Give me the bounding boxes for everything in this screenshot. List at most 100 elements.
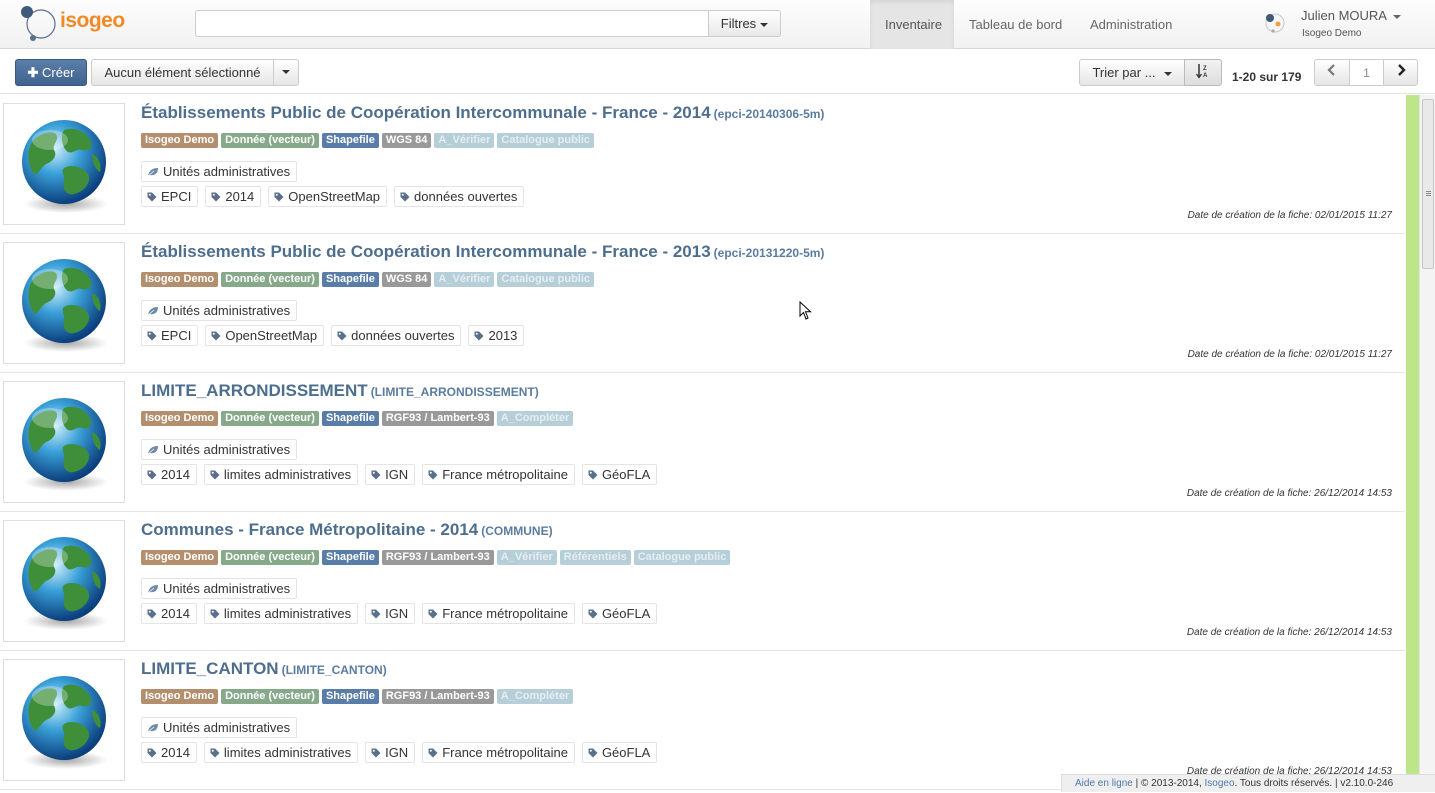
next-page-button[interactable] (1383, 59, 1418, 86)
tag-badge[interactable]: RGF93 / Lambert-93 (381, 411, 494, 426)
list-item[interactable]: Établissements Public de Coopération Int… (0, 95, 1405, 234)
isogeo-link[interactable]: Isogeo (1205, 778, 1235, 789)
selection-dropdown-toggle[interactable] (273, 59, 299, 86)
keyword-chip[interactable]: GéoFLA (581, 464, 658, 485)
tag-badge[interactable]: RGF93 / Lambert-93 (381, 689, 494, 704)
dataset-thumbnail[interactable] (3, 659, 125, 781)
item-theme-row: Unités administratives (141, 717, 304, 738)
theme-chip[interactable]: Unités administratives (141, 717, 298, 738)
tag-badge[interactable]: Shapefile (321, 411, 379, 426)
tab-tableau-de-bord[interactable]: Tableau de bord (954, 0, 1077, 49)
tag-badge[interactable]: Isogeo Demo (141, 550, 219, 565)
keyword-chip[interactable]: GéoFLA (581, 742, 658, 763)
keyword-chip[interactable]: 2014 (141, 603, 197, 624)
sort-button[interactable]: Trier par ... (1079, 59, 1185, 86)
keyword-chip[interactable]: limites administratives (203, 742, 359, 763)
tag-badge[interactable]: A_Compléter (496, 689, 574, 704)
tag-badge[interactable]: A_Vérifier (434, 272, 495, 287)
theme-chip[interactable]: Unités administratives (141, 300, 298, 321)
keyword-chip[interactable]: 2014 (141, 742, 197, 763)
dataset-thumbnail[interactable] (3, 103, 125, 225)
globe-icon (22, 676, 108, 769)
dataset-thumbnail[interactable] (3, 242, 125, 364)
theme-chip[interactable]: Unités administratives (141, 161, 298, 182)
tag-badge[interactable]: A_Vérifier (434, 133, 495, 148)
item-title[interactable]: Établissements Public de Coopération Int… (141, 242, 711, 261)
tag-badge[interactable]: Catalogue public (497, 272, 595, 287)
keyword-chip[interactable]: 2014 (205, 186, 262, 207)
keyword-chip[interactable]: OpenStreetMap (268, 186, 388, 207)
keyword-chip[interactable]: France métropolitaine (422, 464, 575, 485)
list-item[interactable]: LIMITE_ARRONDISSEMENT (LIMITE_ARRONDISSEM… (0, 373, 1405, 512)
dataset-thumbnail[interactable] (3, 520, 125, 642)
tag-badge[interactable]: Shapefile (321, 550, 379, 565)
search-input[interactable] (195, 10, 709, 37)
tag-badge[interactable]: Shapefile (321, 133, 379, 148)
keyword-chip[interactable]: limites administratives (203, 603, 359, 624)
item-code: (epci-20131220-5m) (713, 246, 825, 260)
keyword-chip[interactable]: données ouvertes (394, 186, 525, 207)
tag-badge[interactable]: Donnée (vecteur) (221, 411, 319, 426)
keyword-chip[interactable]: IGN (365, 464, 416, 485)
keyword-chip[interactable]: GéoFLA (581, 603, 658, 624)
tag-badge[interactable]: Référentiels (559, 550, 631, 565)
metadata-list: Établissements Public de Coopération Int… (0, 95, 1405, 792)
tag-badge[interactable]: Isogeo Demo (141, 411, 219, 426)
keyword-chip[interactable]: France métropolitaine (422, 603, 575, 624)
keyword-chip[interactable]: IGN (365, 742, 416, 763)
theme-chip[interactable]: Unités administratives (141, 439, 298, 460)
user-org-icon[interactable] (1262, 11, 1288, 35)
tag-badge[interactable]: RGF93 / Lambert-93 (381, 550, 494, 565)
tag-badge[interactable]: Shapefile (321, 272, 379, 287)
tag-badge[interactable]: A_Vérifier (496, 550, 557, 565)
list-item[interactable]: LIMITE_CANTON (LIMITE_CANTON) Isogeo Demo… (0, 651, 1405, 790)
scrollbar[interactable] (1419, 95, 1435, 792)
tag-badge[interactable]: WGS 84 (381, 133, 432, 148)
keyword-chip[interactable]: données ouvertes (331, 325, 462, 346)
create-button[interactable]: ✚ Créer (15, 59, 87, 86)
tag-badge[interactable]: Catalogue public (497, 133, 595, 148)
tab-administration[interactable]: Administration (1075, 0, 1187, 49)
scrollbar-thumb[interactable] (1422, 99, 1434, 269)
theme-chip[interactable]: Unités administratives (141, 578, 298, 599)
dataset-thumbnail[interactable] (3, 381, 125, 503)
item-title[interactable]: LIMITE_ARRONDISSEMENT (141, 381, 368, 400)
selection-button[interactable]: Aucun élément sélectionné (91, 59, 274, 86)
keyword-chip[interactable]: 2014 (141, 464, 197, 485)
tag-badge[interactable]: A_Compléter (496, 411, 574, 426)
user-menu[interactable]: Julien MOURA (1301, 8, 1401, 23)
help-link[interactable]: Aide en ligne (1075, 778, 1133, 789)
tag-badge[interactable]: Donnée (vecteur) (221, 550, 319, 565)
item-title[interactable]: LIMITE_CANTON (141, 659, 279, 678)
keyword-chip[interactable]: 2013 (468, 325, 525, 346)
keyword-chip[interactable]: IGN (365, 603, 416, 624)
keyword-chip[interactable]: limites administratives (203, 464, 359, 485)
list-item[interactable]: Communes - France Métropolitaine - 2014(… (0, 512, 1405, 651)
tag-badge[interactable]: Isogeo Demo (141, 272, 219, 287)
keyword-chip[interactable]: EPCI (141, 186, 199, 207)
keyword-label: GéoFLA (601, 606, 651, 621)
tag-badge[interactable]: Catalogue public (633, 550, 731, 565)
isogeo-logo[interactable]: isogeo (20, 3, 125, 43)
tag-badge[interactable]: Donnée (vecteur) (221, 689, 319, 704)
tag-icon (474, 331, 484, 341)
tag-badge[interactable]: Isogeo Demo (141, 133, 219, 148)
tab-inventaire[interactable]: Inventaire (870, 0, 954, 49)
keyword-chip[interactable]: EPCI (141, 325, 199, 346)
page-number-input[interactable] (1349, 59, 1384, 86)
sort-direction-button[interactable]: Z A (1184, 59, 1222, 86)
keyword-chip[interactable]: OpenStreetMap (205, 325, 325, 346)
filters-button[interactable]: Filtres (708, 10, 781, 37)
tag-badge[interactable]: Shapefile (321, 689, 379, 704)
item-title[interactable]: Établissements Public de Coopération Int… (141, 103, 711, 122)
previous-page-button[interactable] (1314, 59, 1350, 86)
item-title[interactable]: Communes - France Métropolitaine - 2014 (141, 520, 478, 539)
tag-badge[interactable]: Donnée (vecteur) (221, 133, 319, 148)
tag-badge[interactable]: Donnée (vecteur) (221, 272, 319, 287)
keyword-chip[interactable]: France métropolitaine (422, 742, 575, 763)
tag-badge[interactable]: Isogeo Demo (141, 689, 219, 704)
list-item[interactable]: Établissements Public de Coopération Int… (0, 234, 1405, 373)
svg-text:A: A (1203, 73, 1208, 79)
tag-badge[interactable]: WGS 84 (381, 272, 432, 287)
search-bar: Filtres (195, 10, 781, 37)
